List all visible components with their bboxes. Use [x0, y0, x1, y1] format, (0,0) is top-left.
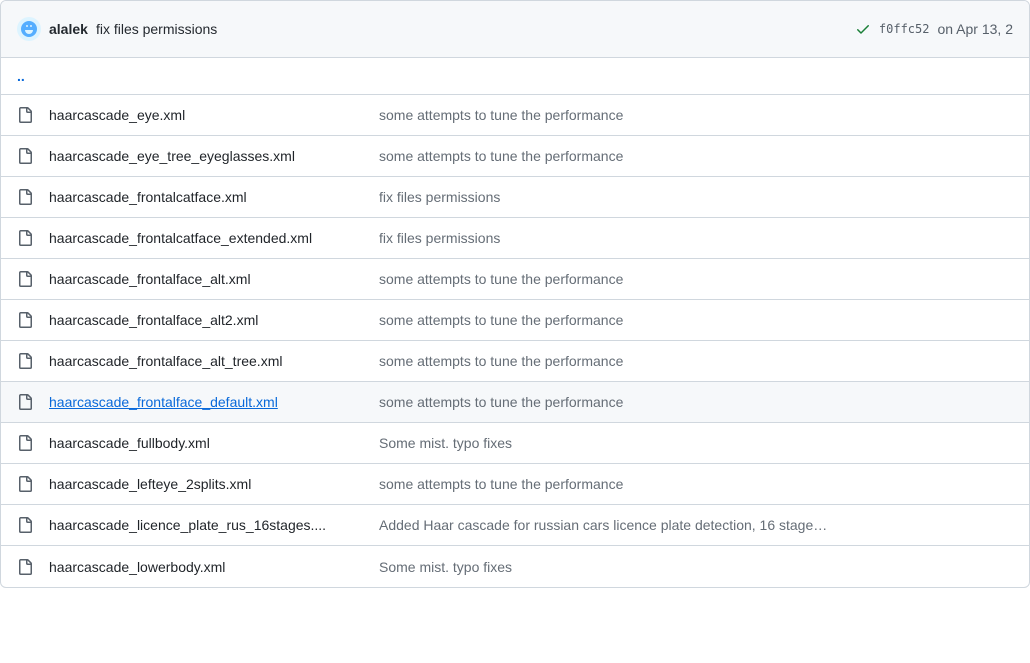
file-commit-message[interactable]: some attempts to tune the performance [379, 271, 1013, 287]
file-link[interactable]: haarcascade_frontalface_default.xml [49, 394, 278, 410]
commit-date[interactable]: on Apr 13, 2 [937, 21, 1013, 37]
file-row: haarcascade_frontalface_alt.xml some atte… [1, 259, 1029, 300]
parent-directory-link[interactable]: .. [1, 58, 1029, 95]
file-row: haarcascade_frontalcatface.xml fix files … [1, 177, 1029, 218]
file-commit-message[interactable]: some attempts to tune the performance [379, 312, 1013, 328]
file-row: haarcascade_eye_tree_eyeglasses.xml some … [1, 136, 1029, 177]
commit-meta: f0ffc52 on Apr 13, 2 [855, 21, 1013, 37]
file-row: haarcascade_frontalface_alt_tree.xml some… [1, 341, 1029, 382]
file-row: haarcascade_frontalface_alt2.xml some att… [1, 300, 1029, 341]
file-icon [17, 435, 33, 451]
file-row: haarcascade_frontalface_default.xml some … [1, 382, 1029, 423]
file-commit-message[interactable]: some attempts to tune the performance [379, 394, 1013, 410]
file-link[interactable]: haarcascade_lowerbody.xml [49, 559, 225, 575]
commit-author[interactable]: alalek [49, 21, 88, 37]
file-row: haarcascade_frontalcatface_extended.xml f… [1, 218, 1029, 259]
file-commit-message[interactable]: some attempts to tune the performance [379, 353, 1013, 369]
file-link[interactable]: haarcascade_frontalface_alt2.xml [49, 312, 258, 328]
file-commit-message[interactable]: fix files permissions [379, 189, 1013, 205]
file-link[interactable]: haarcascade_fullbody.xml [49, 435, 210, 451]
file-link[interactable]: haarcascade_lefteye_2splits.xml [49, 476, 251, 492]
file-name: haarcascade_lefteye_2splits.xml [49, 476, 379, 492]
check-icon[interactable] [855, 21, 871, 37]
file-row: haarcascade_lefteye_2splits.xml some atte… [1, 464, 1029, 505]
file-list: haarcascade_eye.xmlsome attempts to tune… [1, 95, 1029, 587]
file-icon [17, 353, 33, 369]
file-icon [17, 148, 33, 164]
file-row: haarcascade_licence_plate_rus_16stages..… [1, 505, 1029, 546]
commit-info: alalek fix files permissions [17, 17, 217, 41]
file-name: haarcascade_frontalface_default.xml [49, 394, 379, 410]
commit-message[interactable]: fix files permissions [96, 21, 217, 37]
file-icon [17, 107, 33, 123]
file-row: haarcascade_fullbody.xml Some mist. typo … [1, 423, 1029, 464]
file-commit-message[interactable]: Added Haar cascade for russian cars lice… [379, 517, 1013, 533]
file-link[interactable]: haarcascade_eye.xml [49, 107, 185, 123]
file-browser: alalek fix files permissions f0ffc52 on … [0, 0, 1030, 588]
file-commit-message[interactable]: Some mist. typo fixes [379, 559, 1013, 575]
commit-sha[interactable]: f0ffc52 [879, 22, 930, 36]
file-name: haarcascade_frontalcatface.xml [49, 189, 379, 205]
file-link[interactable]: haarcascade_frontalface_alt_tree.xml [49, 353, 282, 369]
file-link[interactable]: haarcascade_eye_tree_eyeglasses.xml [49, 148, 295, 164]
file-commit-message[interactable]: fix files permissions [379, 230, 1013, 246]
file-name: haarcascade_licence_plate_rus_16stages..… [49, 517, 379, 533]
file-commit-message[interactable]: some attempts to tune the performance [379, 476, 1013, 492]
file-link[interactable]: haarcascade_licence_plate_rus_16stages..… [49, 517, 326, 533]
file-row: haarcascade_eye.xml some attempts to tune… [1, 95, 1029, 136]
file-name: haarcascade_eye.xml [49, 107, 379, 123]
file-commit-message[interactable]: some attempts to tune the performance [379, 107, 1013, 123]
file-icon [17, 559, 33, 575]
file-name: haarcascade_eye_tree_eyeglasses.xml [49, 148, 379, 164]
file-link[interactable]: haarcascade_frontalcatface_extended.xml [49, 230, 312, 246]
commit-header: alalek fix files permissions f0ffc52 on … [1, 1, 1029, 58]
file-name: haarcascade_frontalface_alt_tree.xml [49, 353, 379, 369]
file-commit-message[interactable]: some attempts to tune the performance [379, 148, 1013, 164]
file-name: haarcascade_lowerbody.xml [49, 559, 379, 575]
file-name: haarcascade_frontalface_alt.xml [49, 271, 379, 287]
avatar[interactable] [17, 17, 41, 41]
file-icon [17, 394, 33, 410]
file-icon [17, 271, 33, 287]
file-commit-message[interactable]: Some mist. typo fixes [379, 435, 1013, 451]
file-icon [17, 476, 33, 492]
file-icon [17, 517, 33, 533]
file-row: haarcascade_lowerbody.xml Some mist. typo… [1, 546, 1029, 587]
file-icon [17, 312, 33, 328]
file-name: haarcascade_frontalface_alt2.xml [49, 312, 379, 328]
file-icon [17, 230, 33, 246]
file-link[interactable]: haarcascade_frontalcatface.xml [49, 189, 247, 205]
file-name: haarcascade_fullbody.xml [49, 435, 379, 451]
file-name: haarcascade_frontalcatface_extended.xml [49, 230, 379, 246]
file-link[interactable]: haarcascade_frontalface_alt.xml [49, 271, 251, 287]
file-icon [17, 189, 33, 205]
